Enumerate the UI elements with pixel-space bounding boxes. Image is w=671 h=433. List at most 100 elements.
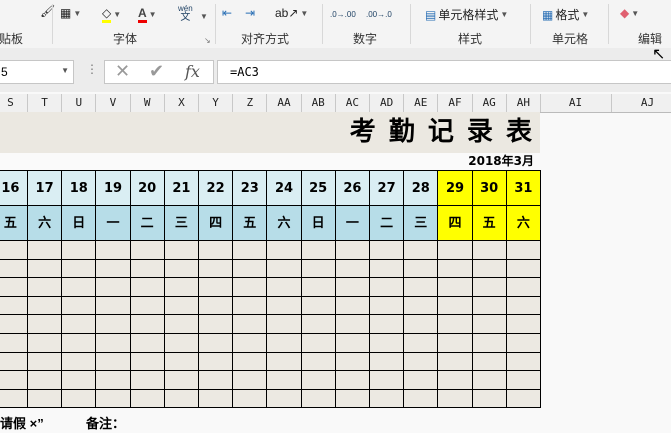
attendance-cell[interactable] [62,352,97,372]
attendance-cell[interactable] [404,334,439,353]
attendance-cell[interactable] [233,371,268,390]
attendance-cell[interactable] [130,241,165,260]
attendance-cell[interactable] [233,315,268,334]
attendance-cell[interactable] [199,389,234,409]
formula-input[interactable]: =AC3 [217,60,671,84]
attendance-cell[interactable] [506,334,541,353]
attendance-cell[interactable] [164,389,199,409]
column-header-ai[interactable]: AI [540,94,612,112]
attendance-cell[interactable] [62,259,97,279]
attendance-cell[interactable] [438,371,473,390]
font-launcher-icon[interactable]: ↘ [204,36,211,45]
attendance-cell[interactable] [506,241,541,260]
attendance-cell[interactable] [233,278,268,297]
phonetic-dropdown-icon[interactable]: ▼ [200,12,208,21]
attendance-cell[interactable] [472,334,507,353]
attendance-cell[interactable] [301,334,336,353]
decrease-indent-icon[interactable]: ⇤ [222,6,232,20]
attendance-cell[interactable] [472,278,507,297]
attendance-cell[interactable] [164,241,199,260]
cancel-icon[interactable]: ✕ [115,61,130,82]
attendance-cell[interactable] [506,352,541,372]
attendance-cell[interactable] [164,315,199,334]
attendance-cell[interactable] [0,296,28,316]
orientation-button[interactable]: ab↗ ▼ [275,6,308,20]
attendance-cell[interactable] [506,259,541,279]
attendance-cell[interactable] [62,296,97,316]
attendance-cell[interactable] [472,352,507,372]
attendance-cell[interactable] [404,296,439,316]
attendance-cell[interactable] [370,389,405,409]
attendance-cell[interactable] [130,278,165,297]
attendance-cell[interactable] [267,296,302,316]
attendance-cell[interactable] [0,352,28,372]
column-header-aj[interactable]: AJ [612,94,671,112]
attendance-cell[interactable] [233,296,268,316]
attendance-cell[interactable] [164,259,199,279]
phonetic-button[interactable]: wén 文 [178,4,193,23]
attendance-cell[interactable] [472,296,507,316]
attendance-cell[interactable] [301,278,336,297]
attendance-cell[interactable] [62,371,97,390]
attendance-cell[interactable] [438,259,473,279]
font-color-button[interactable]: A ▼ [138,6,157,23]
attendance-cell[interactable] [472,371,507,390]
attendance-cell[interactable] [438,389,473,409]
attendance-cell[interactable] [0,389,28,409]
attendance-cell[interactable] [130,352,165,372]
attendance-cell[interactable] [130,259,165,279]
attendance-cell[interactable] [62,315,97,334]
attendance-cell[interactable] [472,315,507,334]
attendance-cell[interactable] [62,389,97,409]
attendance-cell[interactable] [370,241,405,260]
attendance-cell[interactable] [199,296,234,316]
drag-handle-icon[interactable]: ⋮ [86,62,98,76]
attendance-cell[interactable] [267,389,302,409]
attendance-cell[interactable] [267,334,302,353]
chevron-down-icon[interactable]: ▼ [61,66,69,75]
attendance-cell[interactable] [28,315,63,334]
attendance-cell[interactable] [438,315,473,334]
attendance-cell[interactable] [267,241,302,260]
attendance-cell[interactable] [335,389,370,409]
attendance-cell[interactable] [199,334,234,353]
attendance-cell[interactable] [506,371,541,390]
attendance-cell[interactable] [96,315,131,334]
borders-button[interactable]: ▦ ▼ [60,6,81,20]
column-header-ad[interactable]: AD [370,94,405,112]
attendance-cell[interactable] [28,334,63,353]
attendance-cell[interactable] [199,315,234,334]
attendance-cell[interactable] [404,259,439,279]
attendance-cell[interactable] [370,334,405,353]
insert-function-icon[interactable]: fx [185,62,200,81]
attendance-cell[interactable] [130,315,165,334]
attendance-cell[interactable] [301,241,336,260]
attendance-cell[interactable] [62,241,97,260]
attendance-cell[interactable] [0,315,28,334]
attendance-cell[interactable] [164,352,199,372]
attendance-cell[interactable] [506,278,541,297]
attendance-cell[interactable] [96,389,131,409]
column-header-af[interactable]: AF [438,94,473,112]
attendance-cell[interactable] [370,352,405,372]
attendance-cell[interactable] [335,352,370,372]
attendance-cell[interactable] [404,315,439,334]
attendance-cell[interactable] [438,278,473,297]
attendance-cell[interactable] [199,352,234,372]
column-header-x[interactable]: X [165,94,199,112]
attendance-cell[interactable] [233,241,268,260]
attendance-cell[interactable] [96,371,131,390]
attendance-cell[interactable] [301,259,336,279]
column-header-z[interactable]: Z [233,94,268,112]
format-button[interactable]: ▦ 格式 ▼ [542,6,589,23]
attendance-cell[interactable] [28,259,63,279]
attendance-cell[interactable] [0,278,28,297]
attendance-cell[interactable] [28,352,63,372]
attendance-cell[interactable] [301,371,336,390]
decrease-decimal-button[interactable]: .00→.0 [366,10,392,19]
attendance-cell[interactable] [96,259,131,279]
attendance-cell[interactable] [28,389,63,409]
attendance-cell[interactable] [301,315,336,334]
attendance-cell[interactable] [0,241,28,260]
attendance-cell[interactable] [438,296,473,316]
